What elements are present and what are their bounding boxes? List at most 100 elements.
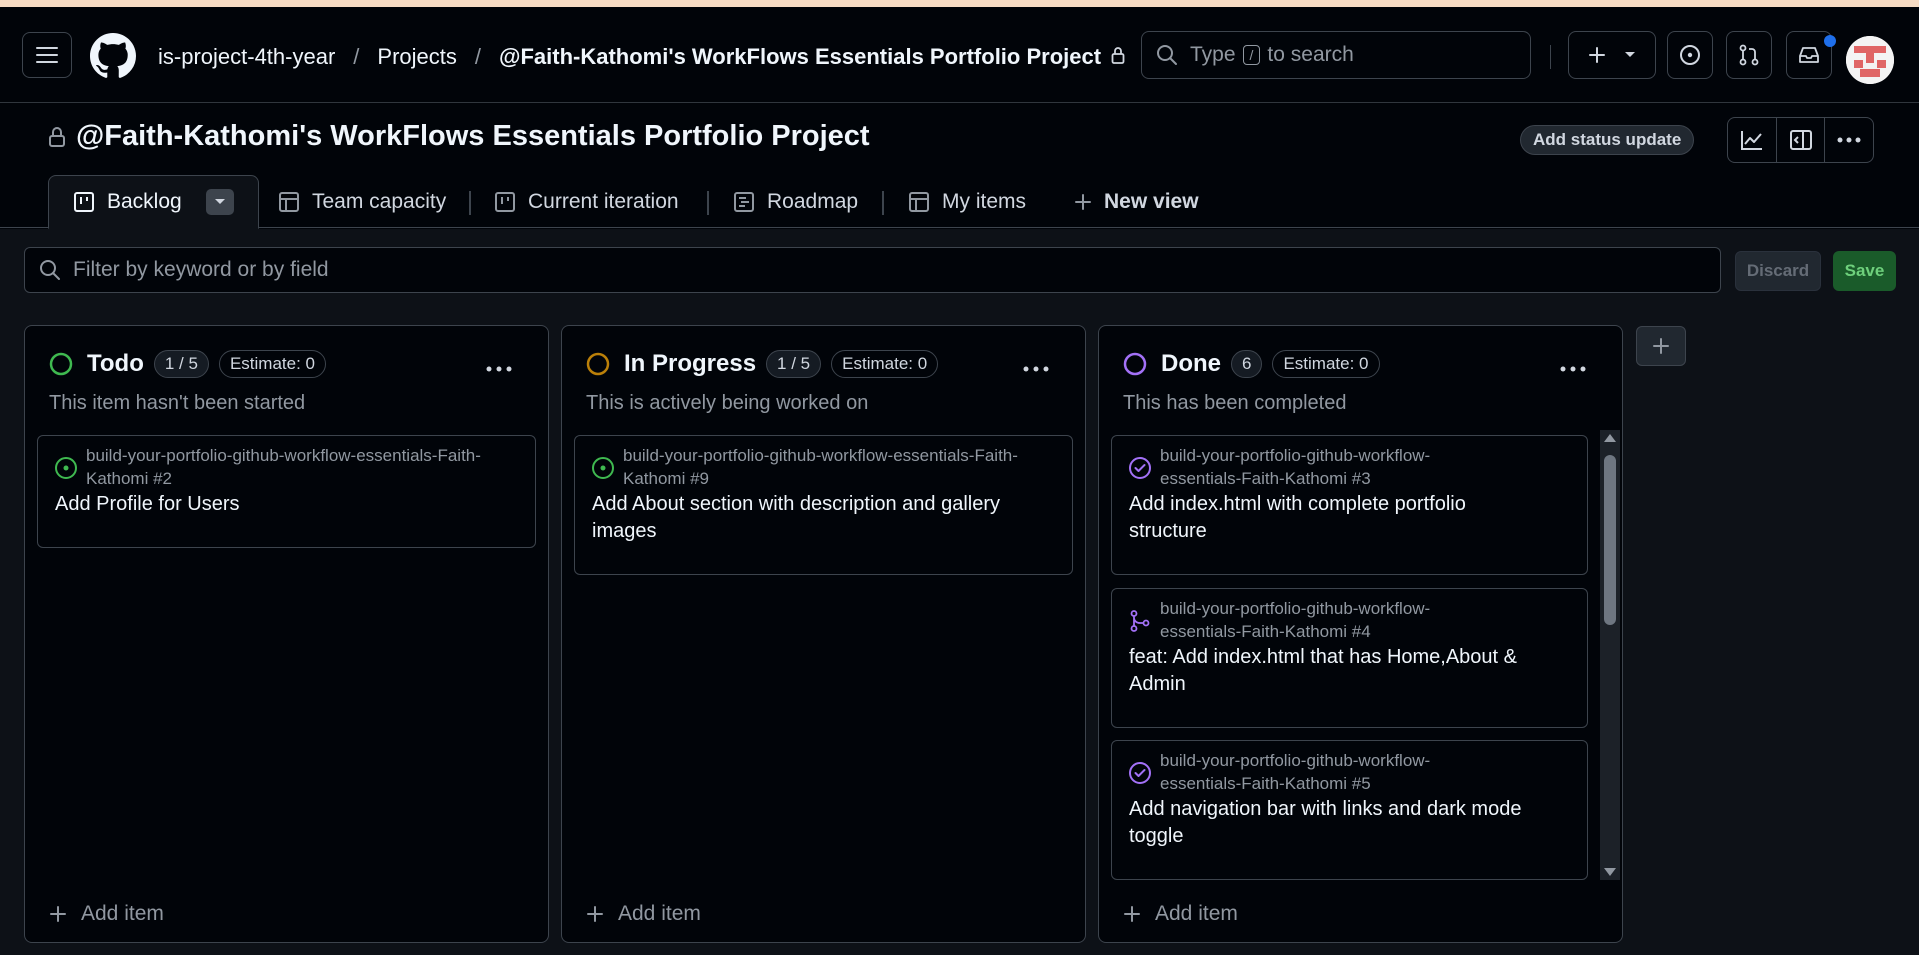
- column-description: This item hasn't been started: [49, 392, 306, 414]
- filter-input[interactable]: Filter by keyword or by field: [24, 247, 1721, 293]
- plus-icon: [1075, 193, 1091, 210]
- tab-label: My items: [942, 189, 1026, 213]
- create-new-button[interactable]: [1568, 31, 1656, 79]
- tab-label: Team capacity: [312, 189, 447, 213]
- open-issue-icon: [54, 456, 78, 485]
- new-view-button[interactable]: New view: [1074, 175, 1199, 228]
- item-card[interactable]: build-your-portfolio-github-workflow-ess…: [1111, 435, 1588, 575]
- column-count-badge: 1 / 5: [153, 350, 209, 378]
- tab-roadmap[interactable]: Roadmap: [733, 175, 858, 228]
- column-name: Done: [1161, 350, 1221, 377]
- status-circle-icon: [1123, 352, 1147, 376]
- column-more-button[interactable]: [1560, 348, 1586, 379]
- sidebar-expand-icon: [1789, 130, 1812, 150]
- tab-options-button[interactable]: [205, 189, 234, 215]
- column-header: In Progress 1 / 5 Estimate: 0: [586, 350, 939, 378]
- search-input[interactable]: Type / to search: [1141, 31, 1531, 79]
- save-button[interactable]: Save: [1833, 251, 1896, 291]
- card-repo: build-your-portfolio-github-workflow-ess…: [1160, 597, 1580, 643]
- identicon-icon: [1846, 36, 1894, 84]
- add-item-label: Add item: [1155, 902, 1238, 925]
- table-icon: [909, 191, 929, 212]
- breadcrumb-separator: /: [474, 44, 482, 69]
- column-todo: Todo 1 / 5 Estimate: 0 This item hasn't …: [24, 325, 549, 943]
- discard-button[interactable]: Discard: [1735, 251, 1821, 291]
- add-column-button[interactable]: [1636, 326, 1686, 366]
- kebab-horizontal-icon: [1837, 137, 1861, 143]
- card-repo: build-your-portfolio-github-workflow-ess…: [1160, 749, 1580, 795]
- tab-divider: [882, 191, 884, 215]
- tab-divider: [707, 191, 709, 215]
- insights-button[interactable]: [1728, 118, 1777, 162]
- pull-requests-button[interactable]: [1726, 31, 1772, 79]
- column-estimate-badge: Estimate: 0: [218, 350, 326, 378]
- tab-backlog[interactable]: Backlog: [48, 175, 259, 229]
- status-circle-icon: [49, 352, 73, 376]
- column-count-badge: 6: [1231, 350, 1263, 378]
- avatar[interactable]: [1846, 36, 1894, 84]
- item-card[interactable]: build-your-portfolio-github-workflow-ess…: [37, 435, 536, 548]
- tab-team-capacity[interactable]: Team capacity: [278, 175, 446, 228]
- card-title[interactable]: Add index.html with complete portfolio s…: [1129, 491, 1549, 545]
- git-pull-request-icon: [1739, 44, 1759, 66]
- add-item-button[interactable]: Add item: [49, 902, 164, 926]
- column-more-button[interactable]: [1023, 348, 1049, 379]
- card-repo: build-your-portfolio-github-workflow-ess…: [623, 446, 1018, 488]
- tab-label: Roadmap: [767, 189, 859, 213]
- notification-dot: [1824, 35, 1836, 47]
- card-title[interactable]: Add navigation bar with links and dark m…: [1129, 796, 1559, 850]
- view-tabs: Backlog Team capacity Current iteration …: [0, 175, 1919, 229]
- item-card[interactable]: build-your-portfolio-github-workflow-ess…: [1111, 740, 1588, 880]
- issues-button[interactable]: [1667, 31, 1713, 79]
- add-status-update-button[interactable]: Add status update: [1520, 125, 1695, 155]
- search-prefix: Type: [1190, 43, 1236, 66]
- browser-top-strip: [0, 0, 1919, 7]
- side-panel-button[interactable]: [1777, 118, 1826, 162]
- table-icon: [279, 191, 299, 212]
- card-title[interactable]: Add Profile for Users: [55, 491, 515, 518]
- column-scrollbar[interactable]: [1600, 430, 1620, 880]
- github-logo-icon[interactable]: [90, 33, 136, 79]
- hamburger-icon: [36, 47, 58, 63]
- card-title[interactable]: Add About section with description and g…: [592, 491, 1052, 545]
- column-description: This has been completed: [1123, 392, 1347, 414]
- search-icon: [40, 260, 60, 280]
- more-options-button[interactable]: [1825, 118, 1873, 162]
- breadcrumb-org-link[interactable]: is-project-4th-year: [158, 44, 335, 70]
- lock-icon: [49, 126, 65, 147]
- column-name: In Progress: [624, 350, 757, 377]
- add-item-button[interactable]: Add item: [586, 902, 701, 926]
- breadcrumb-project-link[interactable]: @Faith-Kathomi's WorkFlows Essentials Po…: [499, 44, 1101, 70]
- tab-label: New view: [1104, 189, 1199, 213]
- column-more-button[interactable]: [486, 348, 512, 379]
- card-repo: build-your-portfolio-github-workflow-ess…: [86, 446, 481, 488]
- kebab-horizontal-icon: [1023, 366, 1049, 372]
- plus-icon: [50, 906, 66, 922]
- column-done: Done 6 Estimate: 0 This has been complet…: [1098, 325, 1623, 943]
- card-repo-line: essentials-Faith-Kathomi #5: [1160, 774, 1371, 793]
- add-item-label: Add item: [81, 902, 164, 925]
- card-repo-line: build-your-portfolio-github-workflow-: [1160, 751, 1431, 770]
- global-header: is-project-4th-year / Projects / @Faith-…: [0, 7, 1919, 103]
- closed-issue-icon: [1128, 456, 1152, 485]
- add-item-button[interactable]: Add item: [1123, 902, 1238, 926]
- breadcrumb: is-project-4th-year / Projects / @Faith-…: [158, 44, 1125, 70]
- item-card[interactable]: build-your-portfolio-github-workflow-ess…: [574, 435, 1073, 575]
- card-repo-line: essentials-Faith-Kathomi #3: [1160, 469, 1371, 488]
- card-title[interactable]: feat: Add index.html that has Home,About…: [1129, 644, 1559, 698]
- tab-current-iteration[interactable]: Current iteration: [494, 175, 679, 228]
- breadcrumb-projects-link[interactable]: Projects: [377, 44, 456, 70]
- project-toolbar: [1727, 117, 1874, 163]
- item-card[interactable]: build-your-portfolio-github-workflow-ess…: [1111, 588, 1588, 728]
- column-estimate-badge: Estimate: 0: [1272, 350, 1380, 378]
- card-repo-line: build-your-portfolio-github-workflow-: [1160, 599, 1431, 618]
- board: Todo 1 / 5 Estimate: 0 This item hasn't …: [0, 309, 1919, 955]
- header-divider: [1550, 45, 1551, 69]
- search-suffix: to search: [1267, 43, 1354, 66]
- card-repo-line: essentials-Faith-Kathomi #4: [1160, 622, 1371, 641]
- plus-icon: [1124, 906, 1140, 922]
- hamburger-menu-button[interactable]: [22, 32, 72, 78]
- roadmap-icon: [734, 191, 754, 212]
- tab-my-items[interactable]: My items: [908, 175, 1026, 228]
- column-header: Todo 1 / 5 Estimate: 0: [49, 350, 326, 378]
